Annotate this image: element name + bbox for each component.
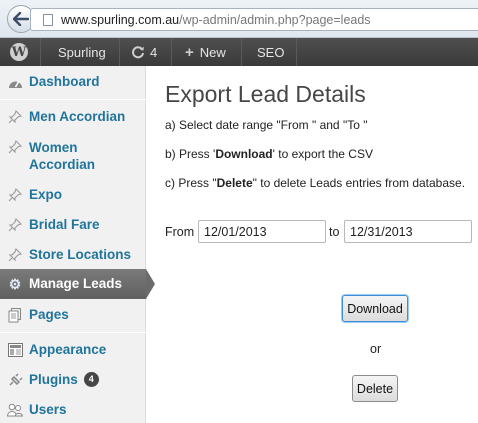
pushpin-icon [7,187,23,203]
from-date-input[interactable] [198,220,326,243]
sidebar-item-appearance[interactable]: Appearance [0,342,146,358]
sidebar-item-dashboard[interactable]: Dashboard [0,74,146,90]
current-menu-arrow [146,269,155,299]
dashboard-icon [7,74,23,90]
admin-sidebar: Dashboard Men Accordian Women Accordian … [0,66,155,423]
sidebar-item-men-accordian[interactable]: Men Accordian [0,109,146,125]
browser-toolbar: www.spurling.com.au/wp-admin/admin.php?p… [0,0,478,38]
to-date-input[interactable] [344,220,472,243]
pushpin-icon [7,247,23,263]
instruction-step-a: a) Select date range "From " and "To " [165,118,368,132]
to-label: to [329,225,340,239]
sidebar-item-women-accordian[interactable]: Women Accordian [0,139,146,173]
new-content-link[interactable]: + New [185,38,226,66]
instruction-step-b: b) Press 'Download' to export the CSV [165,147,373,161]
download-button[interactable]: Download [342,295,408,322]
page-icon [43,14,53,26]
instruction-step-c: c) Press "Delete" to delete Leads entrie… [165,176,466,190]
wp-admin-bar: W Spurling 4 + New SEO [0,38,478,66]
page-title: Export Lead Details [165,81,366,107]
sidebar-item-pages[interactable]: Pages [0,307,146,323]
site-name-link[interactable]: Spurling [58,38,106,66]
updates-link[interactable]: 4 [131,38,157,66]
pages-icon [7,307,23,323]
arrow-left-icon [13,12,29,26]
appearance-icon [7,342,23,358]
main-content: Export Lead Details a) Select date range… [155,66,478,423]
sidebar-item-expo[interactable]: Expo [0,187,146,203]
pushpin-icon [7,109,23,125]
users-icon [7,402,23,418]
sidebar-item-plugins[interactable]: Plugins 4 [0,372,146,388]
sidebar-item-bridal-fare[interactable]: Bridal Fare [0,217,146,233]
pushpin-icon [7,139,23,155]
sidebar-item-manage-leads[interactable]: ⚙ Manage Leads [0,269,155,299]
or-label: or [370,342,382,356]
delete-button[interactable]: Delete [352,375,398,402]
gear-icon: ⚙ [8,275,22,292]
pushpin-icon [7,217,23,233]
plus-icon: + [185,43,194,61]
wordpress-logo-icon: W [10,43,28,61]
sidebar-item-store-locations[interactable]: Store Locations [0,247,146,263]
plugins-update-count: 4 [83,372,99,387]
from-label: From [165,225,195,239]
address-bar[interactable]: www.spurling.com.au/wp-admin/admin.php?p… [30,8,478,31]
refresh-icon [132,46,144,59]
plugin-icon [7,372,23,388]
url-text: www.spurling.com.au/wp-admin/admin.php?p… [61,13,371,27]
sidebar-item-users[interactable]: Users [0,402,146,418]
seo-menu[interactable]: SEO [257,38,284,66]
wp-logo-menu[interactable]: W [10,38,28,66]
